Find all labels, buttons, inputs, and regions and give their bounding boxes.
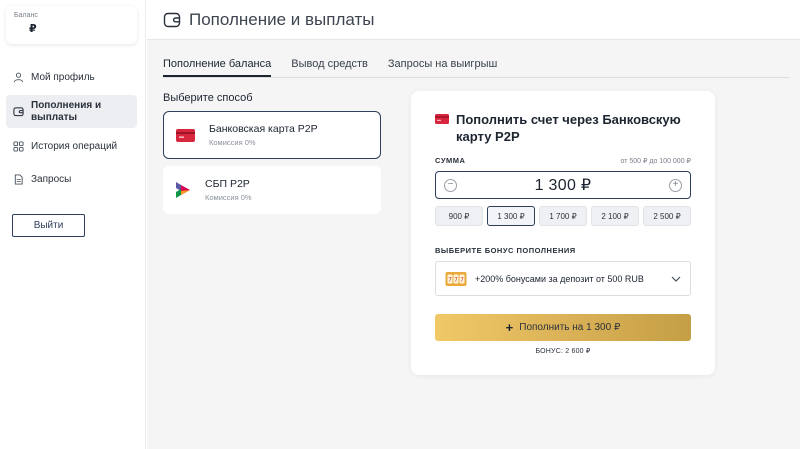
- bonus-total: БОНУС: 2 600 ₽: [535, 348, 591, 355]
- sidebar-item-history[interactable]: История операций: [6, 131, 137, 161]
- tab-withdraw[interactable]: Вывод средств: [291, 58, 368, 77]
- amount-input[interactable]: − 1 300 ₽ +: [435, 171, 691, 199]
- sidebar-item-label: Мой профиль: [31, 71, 95, 83]
- panel-title-line1: Пополнить счет через Банковскую: [456, 112, 681, 127]
- balance-value: ₽: [29, 23, 37, 35]
- svg-text:7: 7: [460, 276, 464, 283]
- method-commission: Комиссия 0%: [209, 138, 256, 147]
- amount-value: 1 300 ₽: [534, 177, 592, 194]
- method-title: СБП P2P: [205, 178, 250, 190]
- amount-presets: 900 ₽ 1 300 ₽ 1 700 ₽ 2 100 ₽ 2 500 ₽: [435, 206, 691, 226]
- method-bank-card-text: Банковская карта P2P Комиссия 0%: [209, 123, 318, 147]
- svg-text:7: 7: [448, 276, 452, 283]
- method-sbp-text: СБП P2P Комиссия 0%: [205, 178, 252, 202]
- panel-title: Пополнить счет через Банковскую карту P2…: [456, 111, 681, 145]
- panel-title-line2: карту P2P: [456, 129, 520, 144]
- increase-button[interactable]: +: [668, 178, 682, 192]
- deposit-panel: Пополнить счет через Банковскую карту P2…: [411, 91, 715, 375]
- sum-label: СУММА: [435, 156, 466, 165]
- document-icon: [14, 173, 23, 185]
- preset-amount[interactable]: 1 300 ₽: [487, 206, 535, 226]
- deposit-button-label: Пополнить на 1 300 ₽: [519, 322, 621, 333]
- sidebar-item-requests[interactable]: Запросы: [6, 164, 137, 194]
- logout-button[interactable]: Выйти: [12, 214, 85, 237]
- method-title: Банковская карта P2P: [209, 123, 318, 135]
- slot-machine-icon: 777: [445, 271, 467, 286]
- sidebar-item-payments[interactable]: Пополнения и выплаты: [6, 95, 137, 128]
- preset-amount[interactable]: 2 100 ₽: [591, 206, 639, 226]
- wallet-icon: [163, 12, 181, 27]
- plus-icon: +: [505, 320, 514, 335]
- preset-amount[interactable]: 2 500 ₽: [643, 206, 691, 226]
- chevron-down-icon: [671, 276, 681, 282]
- panel-header: Пополнить счет через Банковскую карту P2…: [435, 111, 695, 145]
- main-area: Пополнение и выплаты Пополнение баланса …: [147, 0, 800, 449]
- tabs: Пополнение баланса Вывод средств Запросы…: [163, 58, 497, 77]
- bonus-label: ВЫБЕРИТЕ БОНУС ПОПОЛНЕНИЯ: [435, 246, 576, 255]
- minus-icon: −: [447, 179, 454, 190]
- sidebar: Баланс ₽ Мой профиль Пополнения и выплат…: [0, 0, 146, 449]
- tabs-divider: [163, 77, 789, 78]
- card-icon: [176, 128, 195, 142]
- sidebar-item-profile[interactable]: Мой профиль: [6, 62, 137, 92]
- bonus-select[interactable]: 777 +200% бонусами за депозит от 500 RUB: [435, 261, 691, 296]
- balance-label: Баланс: [14, 12, 38, 19]
- user-icon: [13, 72, 24, 82]
- page-title: Пополнение и выплаты: [189, 9, 375, 29]
- deposit-button[interactable]: + Пополнить на 1 300 ₽: [435, 314, 691, 341]
- method-commission: Комиссия 0%: [205, 193, 252, 202]
- sum-range: от 500 ₽ до 100 000 ₽: [620, 157, 691, 165]
- method-heading: Выберите способ: [163, 92, 253, 104]
- preset-amount[interactable]: 900 ₽: [435, 206, 483, 226]
- tab-deposit[interactable]: Пополнение баланса: [163, 58, 272, 77]
- preset-amount[interactable]: 1 700 ₽: [539, 206, 587, 226]
- method-sbp[interactable]: СБП P2P Комиссия 0%: [163, 166, 381, 214]
- wallet-icon: [13, 107, 24, 117]
- method-bank-card[interactable]: Банковская карта P2P Комиссия 0%: [163, 111, 381, 159]
- balance-card: Баланс ₽: [6, 6, 137, 44]
- sbp-icon: [176, 182, 190, 198]
- sidebar-item-label: Запросы: [31, 173, 72, 185]
- plus-icon: +: [672, 179, 679, 190]
- decrease-button[interactable]: −: [444, 178, 457, 192]
- sidebar-item-label: История операций: [31, 140, 118, 152]
- page-header: Пополнение и выплаты: [147, 0, 800, 40]
- tab-win-requests[interactable]: Запросы на выигрыш: [388, 58, 497, 77]
- sidebar-item-label: Пополнения и выплаты: [31, 99, 102, 123]
- grid-icon: [13, 140, 24, 152]
- svg-text:7: 7: [454, 276, 458, 283]
- bonus-option: +200% бонусами за депозит от 500 RUB: [475, 273, 644, 284]
- card-icon: [435, 114, 449, 124]
- sidebar-nav: Мой профиль Пополнения и выплаты История…: [6, 62, 137, 197]
- sum-row: СУММА от 500 ₽ до 100 000 ₽: [435, 156, 691, 165]
